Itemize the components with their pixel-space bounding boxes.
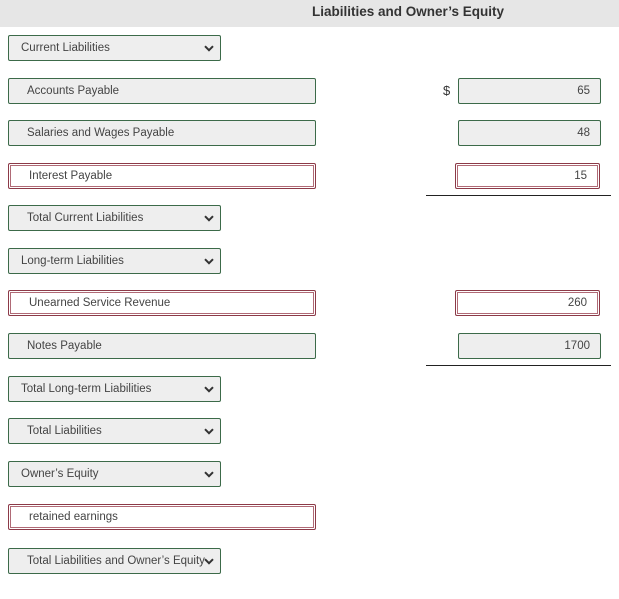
select-value: Owner’s Equity — [21, 468, 99, 480]
accounts-payable-amount-input[interactable]: 65 — [458, 78, 601, 104]
select-value: Total Long-term Liabilities — [21, 383, 152, 395]
row-owners-equity: Owner’s Equity — [0, 461, 619, 487]
row-total-current-liabilities: Total Current Liabilities — [0, 205, 619, 231]
chevron-down-icon — [202, 249, 216, 273]
chevron-down-icon — [202, 36, 216, 60]
salaries-wages-payable-label-input[interactable]: Salaries and Wages Payable — [8, 120, 316, 146]
subtotal-rule — [426, 365, 611, 366]
notes-payable-label-input[interactable]: Notes Payable — [8, 333, 316, 359]
interest-payable-label-input[interactable]: Interest Payable — [8, 163, 316, 189]
row-current-liabilities: Current Liabilities — [0, 35, 619, 61]
select-value: Total Liabilities — [27, 425, 102, 437]
total-liabilities-owners-equity-select[interactable]: Total Liabilities and Owner’s Equity — [8, 548, 221, 574]
total-long-term-liabilities-select[interactable]: Total Long-term Liabilities — [8, 376, 221, 402]
section-header: Liabilities and Owner’s Equity — [0, 0, 619, 27]
long-term-liabilities-select[interactable]: Long-term Liabilities — [8, 248, 221, 274]
interest-payable-amount-input[interactable]: 15 — [455, 163, 600, 189]
select-value: Total Current Liabilities — [27, 212, 144, 224]
retained-earnings-label-input[interactable]: retained earnings — [8, 504, 316, 530]
row-notes-payable: Notes Payable 1700 — [0, 333, 619, 359]
chevron-down-icon — [202, 549, 216, 573]
row-retained-earnings: retained earnings — [0, 504, 619, 530]
row-total-liabilities-owners-equity: Total Liabilities and Owner’s Equity — [0, 548, 619, 574]
row-long-term-liabilities: Long-term Liabilities — [0, 248, 619, 274]
row-salaries-wages-payable: Salaries and Wages Payable 48 — [0, 120, 619, 146]
section-title: Liabilities and Owner’s Equity — [311, 4, 505, 19]
row-total-liabilities: Total Liabilities — [0, 418, 619, 444]
notes-payable-amount-input[interactable]: 1700 — [458, 333, 601, 359]
chevron-down-icon — [202, 462, 216, 486]
chevron-down-icon — [202, 206, 216, 230]
currency-symbol: $ — [443, 83, 451, 98]
total-current-liabilities-select[interactable]: Total Current Liabilities — [8, 205, 221, 231]
salaries-wages-payable-amount-input[interactable]: 48 — [458, 120, 601, 146]
row-accounts-payable: Accounts Payable $ 65 — [0, 78, 619, 104]
select-value: Long-term Liabilities — [21, 255, 124, 267]
accounts-payable-label-input[interactable]: Accounts Payable — [8, 78, 316, 104]
chevron-down-icon — [202, 419, 216, 443]
row-unearned-service-revenue: Unearned Service Revenue 260 — [0, 290, 619, 316]
row-total-long-term-liabilities: Total Long-term Liabilities — [0, 376, 619, 402]
select-value: Total Liabilities and Owner’s Equity — [27, 555, 205, 567]
subtotal-rule — [426, 195, 611, 196]
total-liabilities-select[interactable]: Total Liabilities — [8, 418, 221, 444]
unearned-service-revenue-amount-input[interactable]: 260 — [455, 290, 600, 316]
owners-equity-select[interactable]: Owner’s Equity — [8, 461, 221, 487]
row-interest-payable: Interest Payable 15 — [0, 163, 619, 189]
chevron-down-icon — [202, 377, 216, 401]
select-value: Current Liabilities — [21, 42, 110, 54]
current-liabilities-select[interactable]: Current Liabilities — [8, 35, 221, 61]
unearned-service-revenue-label-input[interactable]: Unearned Service Revenue — [8, 290, 316, 316]
